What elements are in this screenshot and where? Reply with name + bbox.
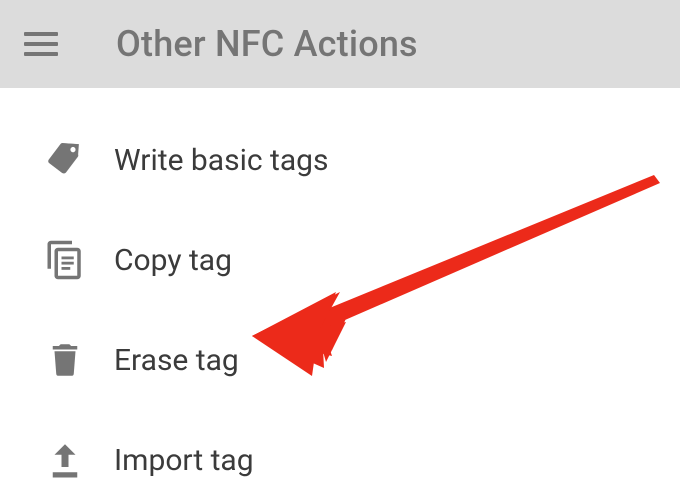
list-item-import-tag[interactable]: Import tag	[0, 410, 680, 502]
copy-icon	[42, 237, 88, 283]
list-item-copy-tag[interactable]: Copy tag	[0, 210, 680, 310]
list-item-erase-tag[interactable]: Erase tag	[0, 310, 680, 410]
upload-icon	[42, 437, 88, 483]
list-item-label: Erase tag	[114, 343, 239, 378]
actions-list: Write basic tags Copy tag Erase tag	[0, 88, 680, 502]
list-item-write-basic-tags[interactable]: Write basic tags	[0, 110, 680, 210]
trash-icon	[42, 337, 88, 383]
page-title: Other NFC Actions	[116, 23, 418, 65]
list-item-label: Write basic tags	[114, 143, 328, 178]
tags-icon	[42, 137, 88, 183]
list-item-label: Copy tag	[114, 243, 232, 278]
menu-button[interactable]	[24, 26, 60, 62]
app-bar: Other NFC Actions	[0, 0, 680, 88]
list-item-label: Import tag	[114, 443, 254, 478]
